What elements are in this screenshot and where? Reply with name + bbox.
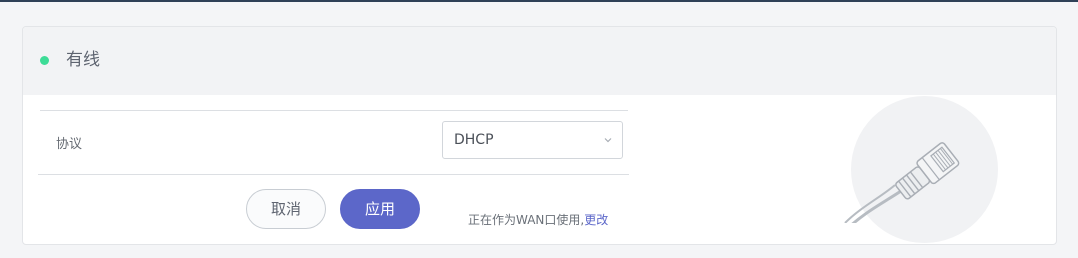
chevron-down-icon [604,138,612,143]
wan-status-text: 正在作为WAN口使用, [468,213,585,227]
status-dot [40,56,49,65]
wan-status-note: 正在作为WAN口使用,更改 [468,211,608,228]
protocol-label: 协议 [56,137,83,152]
protocol-select-value: DHCP [454,132,494,148]
wired-interface-card: 有线 协议 DHCP 取消 应用 正在作为WAN口使用,更改 [22,26,1057,245]
apply-button[interactable]: 应用 [340,189,420,229]
divider [40,110,628,111]
cancel-button[interactable]: 取消 [246,189,326,229]
card-title: 有线 [66,50,100,70]
protocol-select[interactable]: DHCP [442,121,623,159]
change-link[interactable]: 更改 [584,213,608,227]
ethernet-cable-icon [844,142,960,223]
divider [38,174,629,175]
top-border [0,0,1078,2]
card-header: 有线 [23,27,1056,95]
